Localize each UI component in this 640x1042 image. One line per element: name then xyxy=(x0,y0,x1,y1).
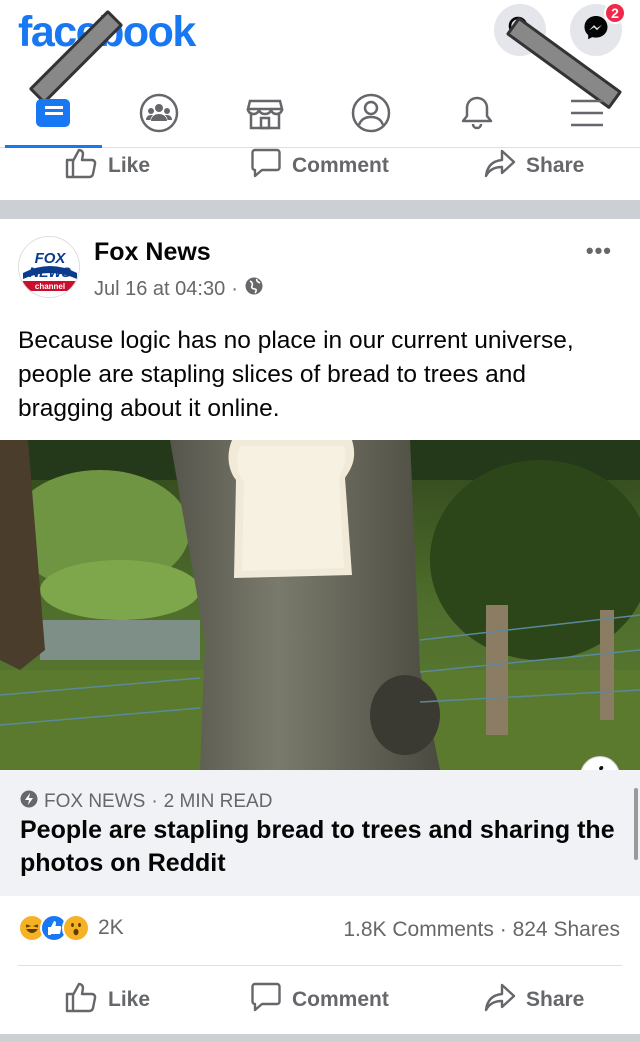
comment-button[interactable]: Comment xyxy=(250,143,389,189)
link-read-time: 2 MIN READ xyxy=(163,791,273,812)
avatar-text: NEWS xyxy=(29,264,72,280)
like-button[interactable]: Like xyxy=(64,977,150,1023)
shares-count[interactable]: 824 Shares xyxy=(513,918,620,941)
link-title[interactable]: People are stapling bread to trees and s… xyxy=(20,814,620,880)
share-button[interactable]: Share xyxy=(484,977,584,1023)
post-text: Because logic has no place in our curren… xyxy=(18,327,574,422)
profile-icon xyxy=(350,92,392,139)
engagement-counts: 1.8K Comments · 824 Shares xyxy=(343,918,620,942)
reactions-summary[interactable]: 2K xyxy=(18,914,124,942)
like-label: Like xyxy=(108,988,151,1011)
bolt-icon xyxy=(20,790,38,814)
link-preview-image[interactable] xyxy=(0,440,640,770)
tab-news-feed[interactable] xyxy=(0,84,106,146)
post-author[interactable]: Fox News xyxy=(94,238,211,267)
comment-button[interactable]: Comment xyxy=(250,977,389,1023)
thumbs-up-icon xyxy=(64,980,98,1020)
tab-marketplace[interactable] xyxy=(212,84,318,146)
comment-icon xyxy=(250,147,282,185)
link-source: FOX NEWS · 2 MIN READ xyxy=(20,790,272,814)
messenger-button[interactable]: 2 xyxy=(570,2,626,56)
share-arrow-icon xyxy=(484,981,516,1019)
page-avatar[interactable]: FOX NEWS channel xyxy=(18,236,80,298)
top-bar: facebook 2 xyxy=(0,0,640,148)
comment-label: Comment xyxy=(292,154,389,177)
share-button[interactable]: Share xyxy=(484,143,584,189)
share-label: Share xyxy=(526,988,585,1011)
comments-count[interactable]: 1.8K Comments xyxy=(343,918,494,941)
reaction-count: 2K xyxy=(98,916,124,939)
nav-tabs xyxy=(0,84,640,148)
tab-profile[interactable] xyxy=(318,84,424,146)
post-options-button[interactable]: ••• xyxy=(586,238,612,264)
globe-icon xyxy=(244,276,264,302)
comment-label: Comment xyxy=(292,988,389,1011)
news-feed-icon xyxy=(33,93,73,138)
divider xyxy=(18,965,622,966)
thumbs-up-icon xyxy=(64,146,98,186)
hamburger-menu-icon xyxy=(567,93,607,138)
scrollbar[interactable] xyxy=(634,788,638,860)
wow-reaction-icon xyxy=(62,914,90,942)
feed-separator xyxy=(0,200,640,219)
tab-groups[interactable] xyxy=(106,84,212,146)
avatar-text: channel xyxy=(35,282,65,291)
marketplace-icon xyxy=(245,93,285,138)
counts-separator: · xyxy=(499,918,507,941)
comment-icon xyxy=(250,981,282,1019)
notification-badge: 2 xyxy=(604,2,626,24)
tab-menu[interactable] xyxy=(534,84,640,146)
link-source-name: FOX NEWS xyxy=(44,791,146,812)
post-actions: Like Comment Share xyxy=(0,977,640,1023)
like-button[interactable]: Like xyxy=(64,143,150,189)
meta-separator: · xyxy=(231,277,238,300)
like-label: Like xyxy=(108,154,151,177)
share-label: Share xyxy=(526,154,585,177)
groups-icon xyxy=(138,92,180,139)
previous-post-actions: Like Comment Share xyxy=(0,143,640,189)
link-source-separator: · xyxy=(151,791,158,812)
post-meta: Jul 16 at 04:30 · xyxy=(94,276,264,302)
bell-icon xyxy=(457,93,497,138)
share-arrow-icon xyxy=(484,147,516,185)
post-timestamp[interactable]: Jul 16 at 04:30 xyxy=(94,278,225,301)
feed-separator xyxy=(0,1034,640,1042)
tab-notifications[interactable] xyxy=(424,84,530,146)
